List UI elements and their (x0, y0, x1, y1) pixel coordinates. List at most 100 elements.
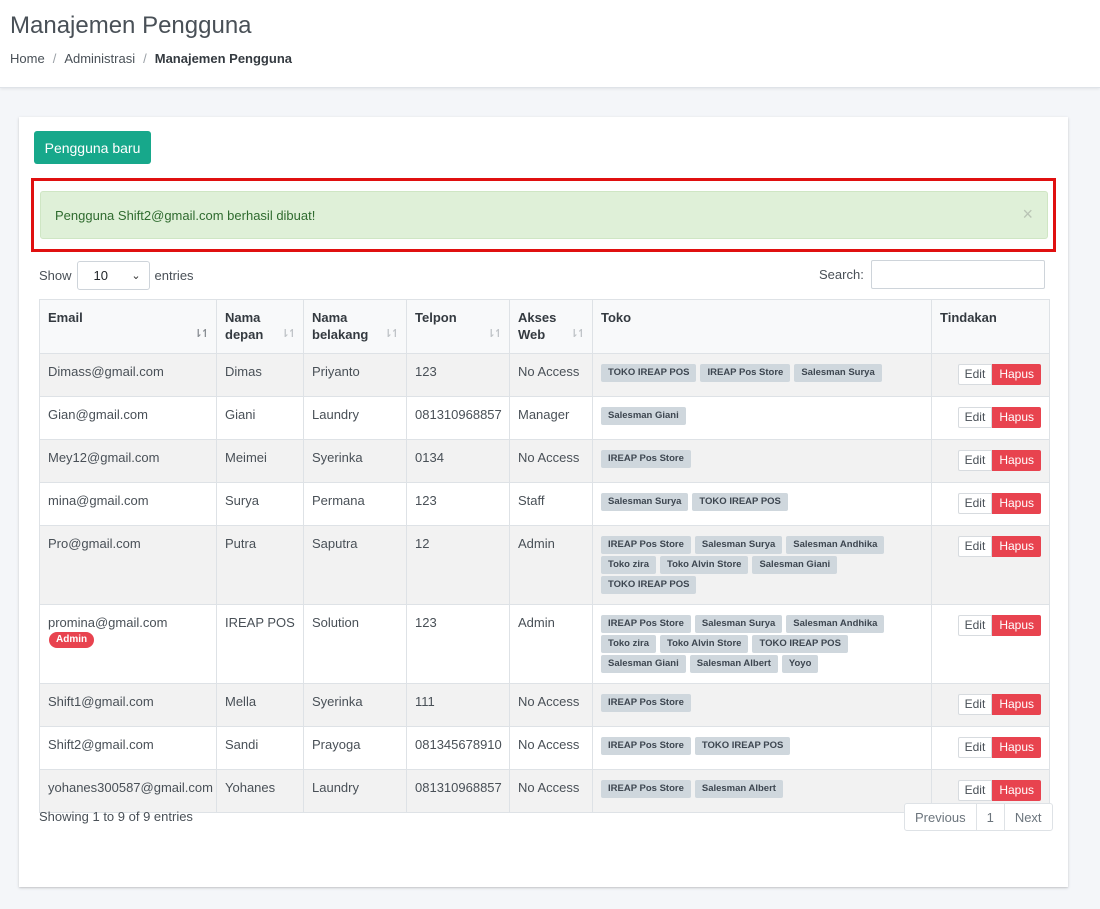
entries-select-value: 10 (93, 267, 108, 283)
search-input[interactable] (870, 259, 1045, 289)
column-header-stores: Toko (592, 299, 932, 354)
cell-access: No Access (509, 683, 593, 727)
cell-first-name-text: Yohanes (225, 780, 276, 795)
store-tags: IREAP Pos Store Salesman Surya Salesman An… (601, 536, 923, 594)
cell-access-text: No Access (518, 780, 580, 795)
edit-button[interactable]: Edit (957, 450, 993, 471)
store-tag: IREAP Pos Store (601, 780, 691, 798)
delete-button[interactable]: Hapus (992, 407, 1041, 428)
store-tag: Salesman Surya (794, 364, 882, 382)
delete-button[interactable]: Hapus (992, 615, 1041, 636)
breadcrumb-separator: / (52, 51, 57, 66)
edit-button[interactable]: Edit (957, 780, 993, 801)
cell-phone: 123 (406, 604, 510, 684)
new-user-button[interactable]: Pengguna baru (34, 131, 151, 164)
row-actions: Edit Hapus (940, 780, 1041, 801)
cell-actions: Edit Hapus (931, 353, 1050, 397)
cell-email-text: Shift2@gmail.com (48, 737, 154, 752)
entries-select[interactable]: 10 ⌄ (76, 260, 150, 290)
table-header-row: Email ⇂↿ Nama depan ⇂↿ Nama belakang ⇂↿ … (39, 299, 1050, 354)
cell-last-name: Saputra (303, 525, 407, 605)
breadcrumb-administrasi[interactable]: Administrasi (64, 51, 135, 66)
row-actions: Edit Hapus (940, 364, 1041, 385)
edit-button[interactable]: Edit (957, 536, 993, 557)
cell-last-name: Syerinka (303, 439, 407, 483)
cell-email-text: Mey12@gmail.com (48, 450, 160, 465)
next-page-button[interactable]: Next (1003, 803, 1053, 831)
close-icon[interactable]: × (1022, 205, 1033, 223)
cell-actions: Edit Hapus (931, 726, 1050, 770)
cell-actions: Edit Hapus (931, 439, 1050, 483)
column-header-first-name[interactable]: Nama depan ⇂↿ (216, 299, 304, 354)
cell-phone: 0134 (406, 439, 510, 483)
users-table: Email ⇂↿ Nama depan ⇂↿ Nama belakang ⇂↿ … (39, 299, 1050, 813)
cell-phone: 111 (406, 683, 510, 727)
success-alert: Pengguna Shift2@gmail.com berhasil dibua… (40, 191, 1048, 239)
edit-button[interactable]: Edit (957, 407, 993, 428)
store-tag: Salesman Andhika (786, 615, 885, 633)
cell-access-text: Manager (518, 407, 570, 422)
cell-first-name: IREAP POS (216, 604, 304, 684)
cell-access: No Access (509, 769, 593, 813)
entries-label: entries (154, 267, 194, 283)
cell-stores: IREAP Pos Store Salesman Albert (592, 769, 932, 813)
cell-last-name: Laundry (303, 396, 407, 440)
delete-button[interactable]: Hapus (992, 737, 1041, 758)
table-row: Mey12@gmail.com Meimei Syerinka 0134 No Acce… (39, 439, 1050, 483)
column-header-web-access[interactable]: Akses Web ⇂↿ (509, 299, 593, 354)
cell-email-text: mina@gmail.com (48, 493, 149, 508)
store-tags: IREAP Pos Store Salesman Albert (601, 780, 923, 798)
cell-email: Shift2@gmail.com (39, 726, 217, 770)
store-tags: IREAP Pos Store (601, 450, 923, 468)
delete-button[interactable]: Hapus (992, 450, 1041, 471)
cell-stores: IREAP Pos Store (592, 439, 932, 483)
cell-actions: Edit Hapus (931, 396, 1050, 440)
cell-access: Admin (509, 525, 593, 605)
cell-access: No Access (509, 726, 593, 770)
cell-email: yohanes300587@gmail.com (39, 769, 217, 813)
cell-access-text: Admin (518, 615, 555, 630)
cell-actions: Edit Hapus (931, 525, 1050, 605)
cell-first-name-text: Sandi (225, 737, 259, 752)
store-tag: TOKO IREAP POS (601, 364, 697, 382)
row-actions: Edit Hapus (940, 536, 1041, 557)
store-tag: Salesman Surya (694, 615, 783, 633)
delete-button[interactable]: Hapus (992, 536, 1041, 557)
delete-button[interactable]: Hapus (992, 364, 1041, 385)
cell-first-name: Giani (216, 396, 304, 440)
cell-stores: IREAP Pos Store TOKO IREAP POS (592, 726, 932, 770)
store-tag: Salesman Albert (694, 780, 783, 798)
delete-button[interactable]: Hapus (992, 493, 1041, 514)
column-header-phone[interactable]: Telpon ⇂↿ (406, 299, 510, 354)
edit-button[interactable]: Edit (957, 364, 993, 385)
cell-email: promina@gmail.com Admin (39, 604, 217, 684)
column-header-email[interactable]: Email ⇂↿ (39, 299, 217, 354)
page-header: Manajemen Pengguna Home / Administrasi /… (0, 0, 1100, 88)
edit-button[interactable]: Edit (957, 615, 993, 636)
cell-email-text: Shift1@gmail.com (48, 694, 154, 709)
edit-button[interactable]: Edit (957, 737, 993, 758)
page-1-button[interactable]: 1 (975, 803, 1005, 831)
cell-email: mina@gmail.com (39, 482, 217, 526)
cell-last-name-text: Priyanto (312, 364, 360, 379)
delete-button[interactable]: Hapus (992, 694, 1041, 715)
cell-last-name: Laundry (303, 769, 407, 813)
cell-phone-text: 123 (415, 364, 437, 379)
cell-last-name-text: Saputra (312, 536, 358, 551)
edit-button[interactable]: Edit (957, 694, 993, 715)
delete-button[interactable]: Hapus (992, 780, 1041, 801)
breadcrumb-home[interactable]: Home (10, 51, 45, 66)
cell-stores: IREAP Pos Store (592, 683, 932, 727)
store-tag: IREAP Pos Store (601, 694, 691, 712)
cell-phone-text: 111 (415, 694, 435, 709)
table-row: promina@gmail.com Admin IREAP POS Solution 1… (39, 604, 1050, 684)
cell-email: Mey12@gmail.com (39, 439, 217, 483)
store-tag: TOKO IREAP POS (692, 493, 788, 511)
previous-page-button[interactable]: Previous (904, 803, 977, 831)
edit-button[interactable]: Edit (957, 493, 993, 514)
column-header-last-name[interactable]: Nama belakang ⇂↿ (303, 299, 407, 354)
cell-last-name: Permana (303, 482, 407, 526)
cell-phone: 123 (406, 353, 510, 397)
cell-access: Admin (509, 604, 593, 684)
cell-last-name-text: Laundry (312, 780, 359, 795)
